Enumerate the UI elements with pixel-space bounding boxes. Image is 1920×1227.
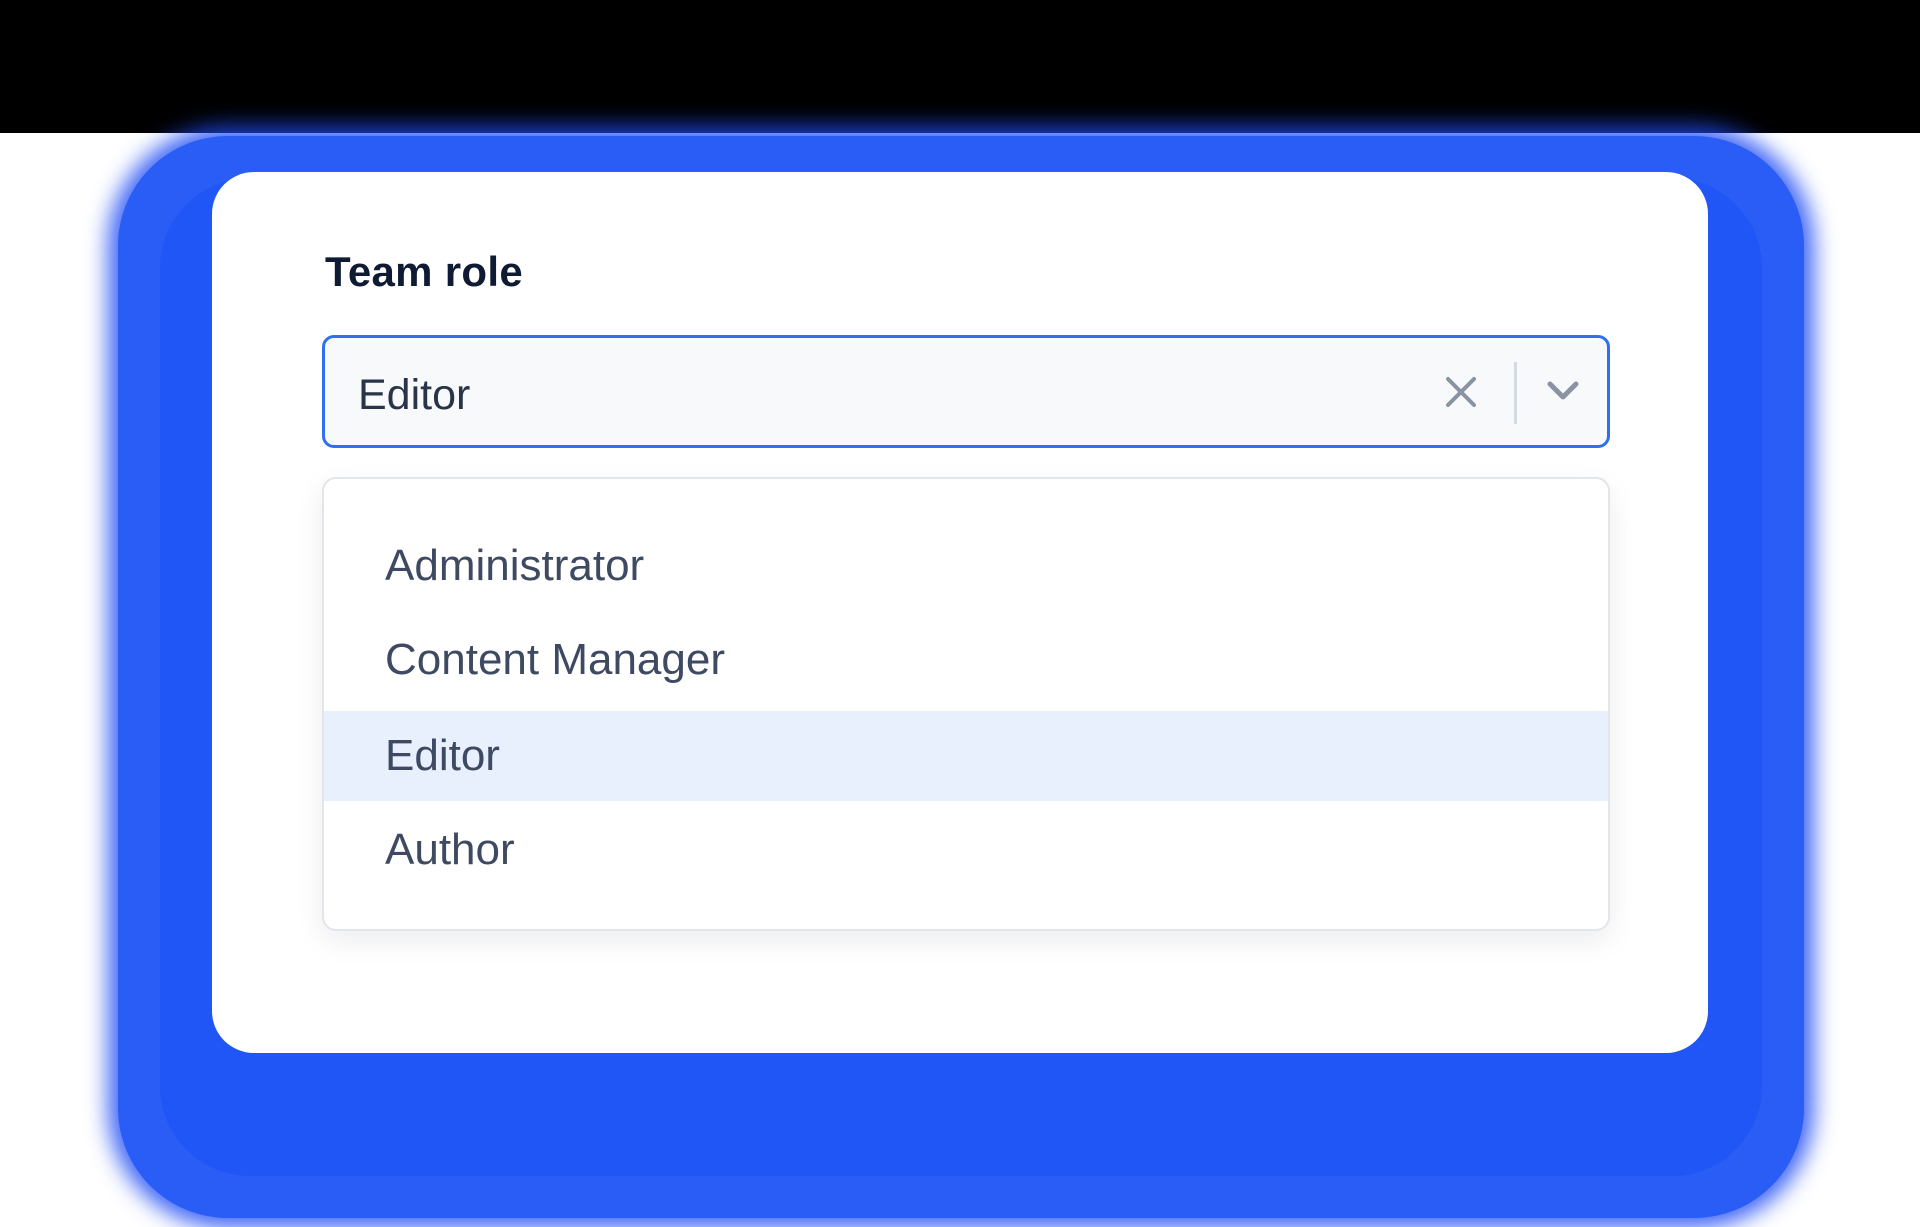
field-label: Team role bbox=[325, 248, 523, 295]
option-administrator[interactable]: Administrator bbox=[324, 521, 1608, 611]
option-content-manager[interactable]: Content Manager bbox=[324, 615, 1608, 705]
select-value: Editor bbox=[358, 371, 471, 419]
role-select[interactable]: Editor bbox=[322, 335, 1610, 448]
background-top-band bbox=[0, 0, 1920, 133]
close-icon[interactable] bbox=[1444, 375, 1478, 409]
option-editor[interactable]: Editor bbox=[324, 711, 1608, 801]
dropdown-menu: Administrator Content Manager Editor Aut… bbox=[322, 477, 1610, 931]
select-separator bbox=[1514, 362, 1517, 424]
chevron-down-icon[interactable] bbox=[1545, 378, 1581, 404]
option-author[interactable]: Author bbox=[324, 805, 1608, 895]
